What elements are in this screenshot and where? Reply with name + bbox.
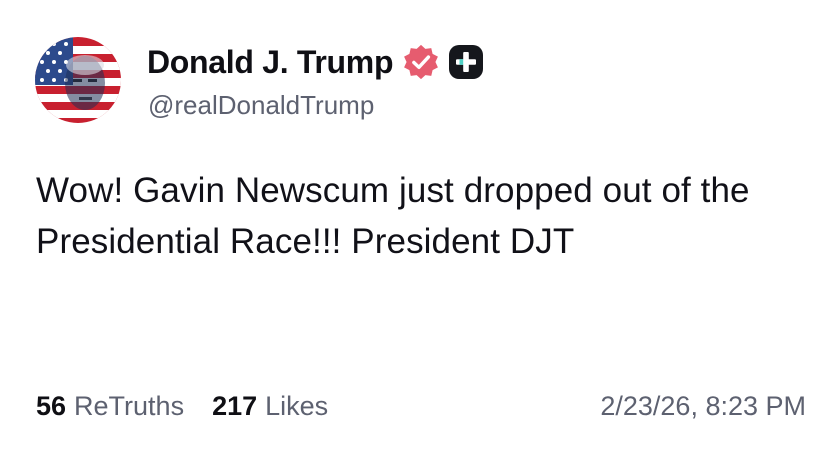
flag-portrait-avatar-image (35, 37, 121, 123)
post-timestamp: 2/23/26, 8:23 PM (600, 390, 806, 421)
verified-check-badge-icon (402, 43, 440, 81)
retruths-count: 56 (36, 390, 67, 421)
author-name-row: Donald J. Trump (147, 40, 484, 84)
post-body-text: Wow! Gavin Newscum just dropped out of t… (36, 171, 750, 261)
likes-count: 217 (212, 390, 258, 421)
author-handle[interactable]: @realDonaldTrump (148, 90, 374, 121)
plus-badge-icon (448, 44, 484, 80)
author-display-name[interactable]: Donald J. Trump (147, 44, 394, 81)
retruths-label: ReTruths (74, 390, 185, 421)
likes-label: Likes (265, 390, 329, 421)
avatar[interactable] (35, 37, 121, 123)
post-footer: 56 ReTruths 217 Likes 2/23/26, 8:23 PM (36, 386, 806, 426)
retruths-stat[interactable]: 56 ReTruths (36, 391, 184, 422)
likes-stat[interactable]: 217 Likes (212, 391, 328, 422)
